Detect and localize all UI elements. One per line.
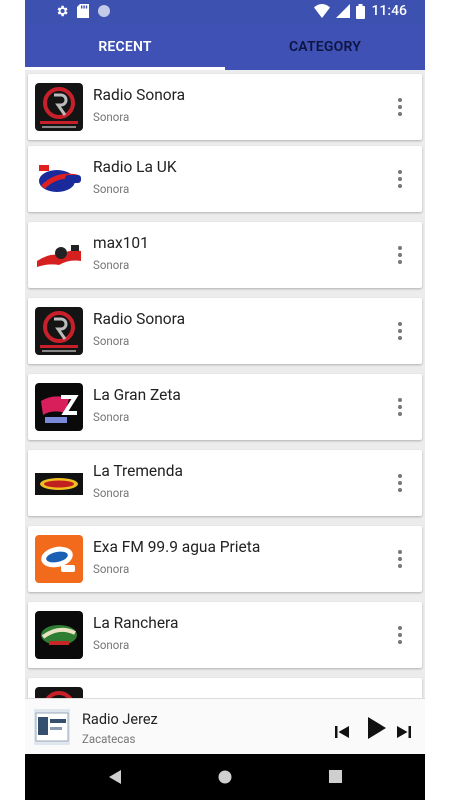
station-name: Radio Sonora: [93, 310, 186, 328]
max101-logo: [35, 231, 83, 279]
tab-category[interactable]: CATEGORY: [225, 24, 425, 70]
station-item[interactable]: Exa FM 99.9 agua Prieta Sonora: [28, 526, 422, 592]
station-item[interactable]: La Ranchera Sonora: [28, 602, 422, 668]
status-bar: 11:46: [25, 0, 425, 24]
skip-next-icon[interactable]: [396, 719, 412, 745]
station-item[interactable]: max101 Sonora: [28, 222, 422, 288]
system-navigation-bar: [25, 754, 425, 800]
radio-la-uk-logo: [35, 155, 83, 203]
more-options-icon[interactable]: [392, 166, 408, 192]
back-icon[interactable]: [108, 770, 122, 784]
la-ranchera-logo: [35, 611, 83, 659]
home-icon[interactable]: [218, 770, 232, 784]
tab-recent[interactable]: RECENT: [25, 24, 225, 70]
station-item[interactable]: Radio Sonora Sonora: [28, 74, 422, 140]
la-gran-zeta-logo: [35, 383, 83, 431]
signal-icon: [336, 4, 351, 18]
circle-notification-icon: [98, 5, 110, 17]
recents-icon[interactable]: [329, 770, 342, 783]
station-city: Sonora: [93, 182, 130, 196]
station-item[interactable]: Radio La UK Sonora: [28, 146, 422, 212]
station-city: Sonora: [93, 486, 130, 500]
radio-sonora-logo: [35, 687, 83, 698]
status-bar-left-icons: [55, 4, 111, 18]
station-city: Sonora: [93, 110, 130, 124]
more-options-icon[interactable]: [392, 622, 408, 648]
player-station-city: Zacatecas: [82, 732, 136, 746]
more-options-icon[interactable]: [392, 318, 408, 344]
station-name: La Ranchera: [93, 614, 179, 632]
station-name: La Gran Zeta: [93, 386, 181, 404]
station-item[interactable]: Radio Sonora Sonora: [28, 298, 422, 364]
wifi-icon: [314, 4, 331, 18]
tab-bar: RECENT CATEGORY: [25, 24, 425, 70]
station-list: Radio Sonora Sonora Radio La UK Sonora m…: [25, 70, 425, 698]
more-options-icon[interactable]: [392, 242, 408, 268]
station-city: Sonora: [93, 562, 130, 576]
station-name: La Tremenda: [93, 462, 183, 480]
station-item[interactable]: La Gran Zeta Sonora: [28, 374, 422, 440]
station-name: Radio La UK: [93, 158, 177, 176]
station-name: Exa FM 99.9 agua Prieta: [93, 538, 261, 556]
status-time: 11:46: [371, 3, 407, 19]
sd-card-icon: [77, 4, 89, 18]
la-tremenda-logo: [35, 459, 83, 507]
battery-icon: [356, 3, 366, 19]
radio-sonora-logo: [35, 83, 83, 131]
station-name: max101: [93, 234, 149, 252]
station-name: Radio Sonora: [93, 86, 186, 104]
more-options-icon[interactable]: [392, 394, 408, 420]
phone-screen: 11:46 RECENT CATEGORY Radio Sonora Sonor…: [25, 0, 425, 800]
gear-icon: [57, 5, 68, 17]
skip-previous-icon[interactable]: [334, 719, 350, 745]
player-station-name: Radio Jerez: [82, 711, 158, 728]
station-city: Sonora: [93, 334, 130, 348]
radio-jerez-logo: [34, 709, 70, 745]
more-options-icon[interactable]: [392, 470, 408, 496]
radio-sonora-logo: [35, 307, 83, 355]
station-city: Sonora: [93, 410, 130, 424]
mini-player[interactable]: Radio Jerez Zacatecas: [25, 698, 425, 755]
station-city: Sonora: [93, 258, 130, 272]
more-options-icon[interactable]: [392, 94, 408, 120]
play-icon[interactable]: [365, 715, 387, 741]
station-city: Sonora: [93, 638, 130, 652]
station-item[interactable]: La Tremenda Sonora: [28, 450, 422, 516]
station-item-partial[interactable]: [28, 678, 422, 698]
more-options-icon[interactable]: [392, 546, 408, 572]
status-bar-right: 11:46: [314, 3, 407, 19]
exa-fm-logo: [35, 535, 83, 583]
